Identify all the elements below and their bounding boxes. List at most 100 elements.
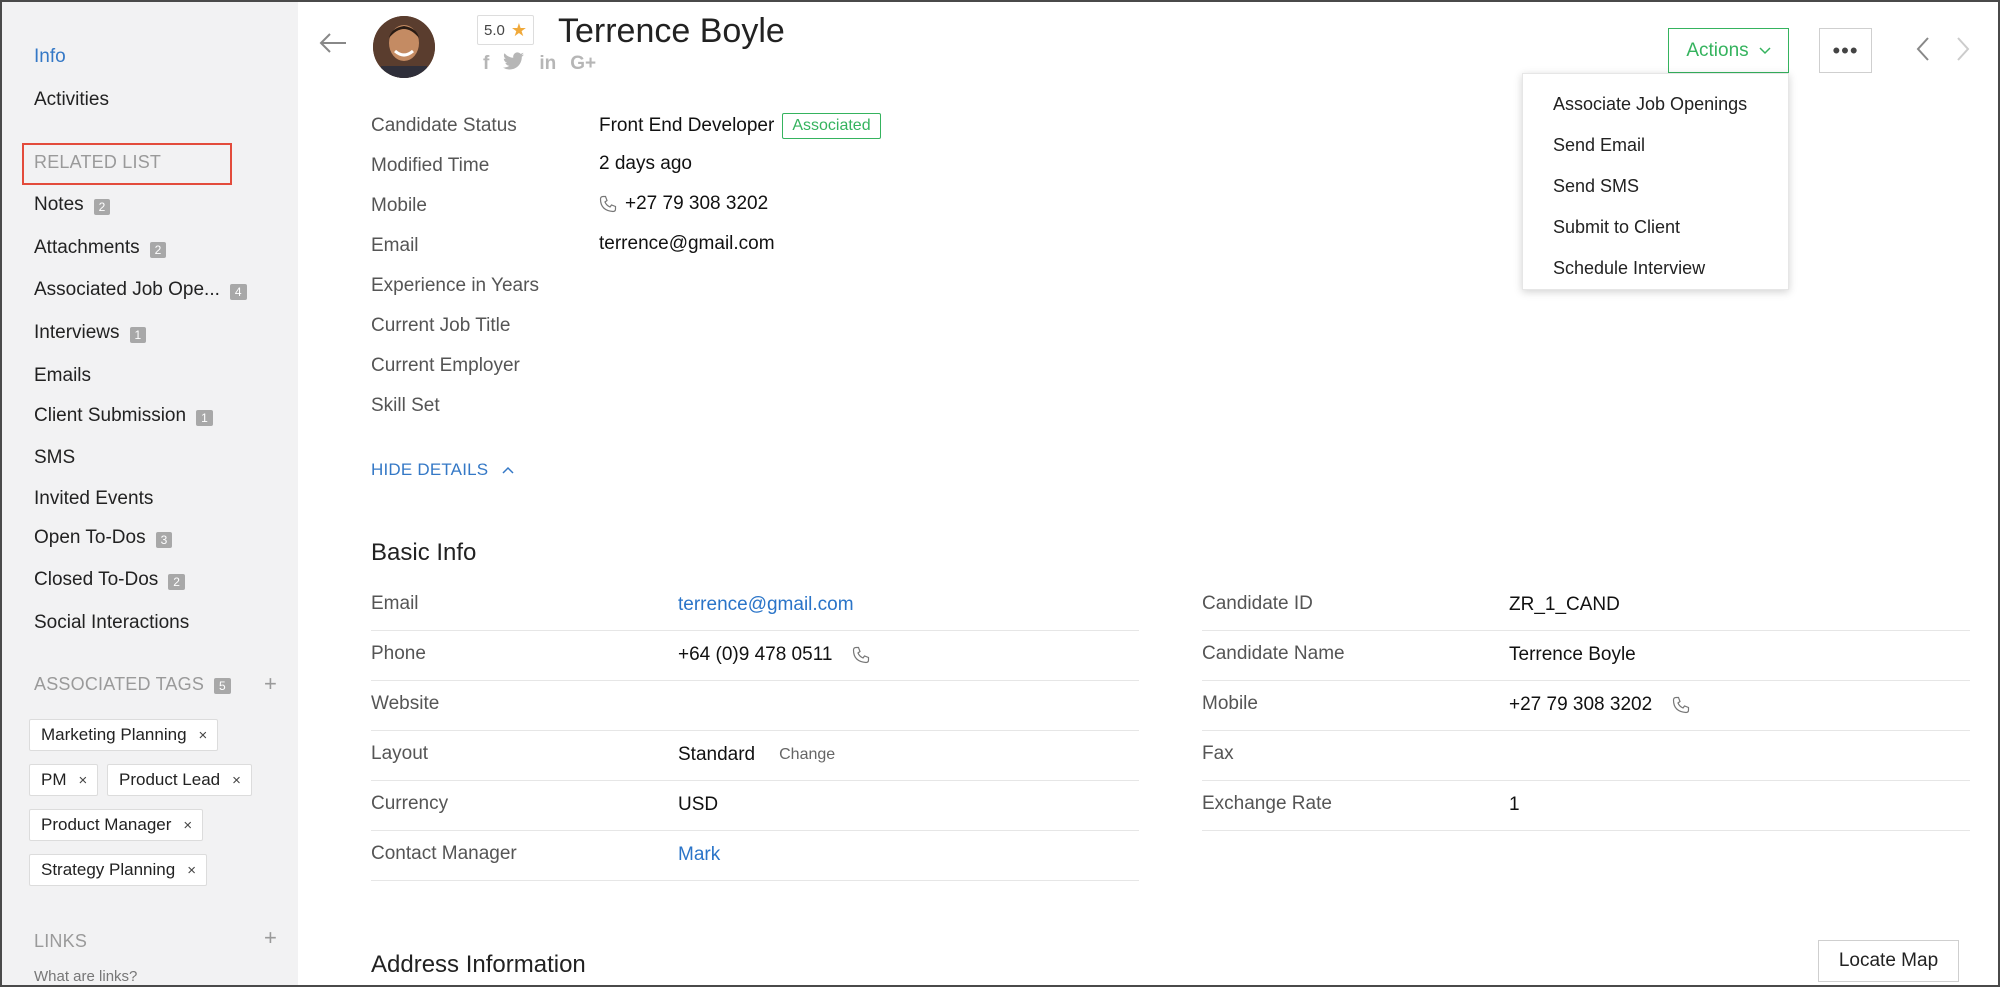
- experience-label: Experience in Years: [371, 275, 539, 296]
- star-icon: ★: [510, 19, 527, 40]
- field-value: ZR_1_CAND: [1509, 594, 1620, 615]
- field-label: Candidate Name: [1202, 643, 1345, 664]
- menu-item-schedule-interview[interactable]: Schedule Interview: [1523, 248, 1788, 289]
- phone-number: +64 (0)9 478 0511: [678, 644, 833, 665]
- sidebar-item-social-interactions[interactable]: Social Interactions: [34, 612, 189, 634]
- contact-manager-link[interactable]: Mark: [678, 844, 720, 866]
- email-value: terrence@gmail.com: [599, 233, 775, 254]
- field-label: Layout: [371, 743, 429, 764]
- actions-dropdown-menu: Associate Job Openings Send Email Send S…: [1522, 73, 1789, 290]
- info-row-currency: Currency USD: [371, 781, 1139, 831]
- sidebar-item-sms[interactable]: SMS: [34, 447, 75, 469]
- add-link-icon[interactable]: +: [264, 927, 277, 949]
- field-label: Exchange Rate: [1202, 793, 1332, 814]
- current-job-title-label: Current Job Title: [371, 315, 511, 336]
- field-label: Currency: [371, 793, 449, 814]
- linkedin-icon[interactable]: in: [539, 53, 556, 75]
- info-row-contact-manager: Contact Manager Mark: [371, 831, 1139, 881]
- related-list-heading: RELATED LIST: [34, 152, 162, 172]
- sidebar-item-notes[interactable]: Notes 2: [34, 194, 111, 216]
- sidebar-item-label: Social Interactions: [34, 612, 190, 633]
- change-layout-link[interactable]: Change: [779, 746, 835, 764]
- field-value: Standard Change: [678, 744, 835, 766]
- hide-details-link[interactable]: HIDE DETAILS: [371, 460, 514, 480]
- sidebar-item-label: Client Submission: [34, 405, 187, 426]
- sidebar-item-associated-job-openings[interactable]: Associated Job Ope... 4: [34, 279, 247, 301]
- sidebar-item-client-submission[interactable]: Client Submission 1: [34, 405, 213, 427]
- menu-item-send-email[interactable]: Send Email: [1523, 125, 1788, 166]
- remove-tag-icon[interactable]: ×: [79, 772, 88, 789]
- next-record-icon[interactable]: [1956, 36, 1970, 67]
- field-label: Phone: [371, 643, 426, 664]
- sidebar-item-label: Interviews: [34, 322, 120, 343]
- candidate-status-label: Candidate Status: [371, 115, 517, 136]
- google-plus-icon[interactable]: G+: [570, 53, 596, 75]
- field-value: 1: [1509, 794, 1520, 815]
- sidebar-item-closed-todos[interactable]: Closed To-Dos 2: [34, 569, 185, 591]
- sidebar-item-emails[interactable]: Emails: [34, 365, 91, 387]
- sidebar-item-label: SMS: [34, 447, 76, 468]
- rating-badge: 5.0 ★: [477, 15, 534, 45]
- field-value: +64 (0)9 478 0511: [678, 644, 870, 666]
- add-tag-icon[interactable]: +: [264, 673, 277, 695]
- email-label: Email: [371, 235, 419, 256]
- sidebar-item-attachments[interactable]: Attachments 2: [34, 237, 167, 259]
- tag-chip: Product Lead ×: [107, 764, 252, 796]
- links-heading: LINKS: [34, 931, 88, 951]
- tag-label: Strategy Planning: [41, 860, 176, 879]
- info-row-exchange-rate: Exchange Rate 1: [1202, 781, 1970, 831]
- count-badge: 2: [168, 574, 185, 590]
- sidebar-item-open-todos[interactable]: Open To-Dos 3: [34, 527, 173, 549]
- tags-count-badge: 5: [214, 677, 231, 694]
- phone-icon[interactable]: [852, 646, 870, 664]
- sidebar-item-label: Invited Events: [34, 488, 154, 509]
- remove-tag-icon[interactable]: ×: [183, 817, 192, 834]
- mobile-number: +27 79 308 3202: [1509, 694, 1653, 715]
- sidebar-item-activities[interactable]: Activities: [34, 89, 109, 111]
- facebook-icon[interactable]: f: [483, 53, 489, 75]
- sidebar-item-label: Open To-Dos: [34, 527, 146, 548]
- field-label: Fax: [1202, 743, 1234, 764]
- info-row-email: Email terrence@gmail.com: [371, 581, 1139, 631]
- sidebar-item-label: Associated Job Ope...: [34, 279, 220, 300]
- previous-record-icon[interactable]: [1916, 36, 1930, 67]
- field-label: Contact Manager: [371, 843, 517, 864]
- count-badge: 2: [93, 199, 111, 215]
- remove-tag-icon[interactable]: ×: [199, 727, 208, 744]
- phone-icon[interactable]: [599, 195, 617, 213]
- mobile-number: +27 79 308 3202: [625, 193, 769, 214]
- count-badge: 2: [149, 242, 167, 258]
- count-badge: 1: [129, 327, 147, 343]
- actions-button[interactable]: Actions: [1668, 28, 1789, 73]
- phone-icon[interactable]: [1672, 696, 1690, 714]
- candidate-name-title: Terrence Boyle: [558, 12, 785, 50]
- locate-map-button[interactable]: Locate Map: [1818, 940, 1959, 982]
- info-row-candidate-id: Candidate ID ZR_1_CAND: [1202, 581, 1970, 631]
- back-arrow-icon[interactable]: [318, 32, 348, 59]
- tag-chip: PM ×: [29, 764, 99, 796]
- menu-item-associate-job-openings[interactable]: Associate Job Openings: [1523, 84, 1788, 125]
- job-title-value: Front End Developer: [599, 115, 775, 136]
- remove-tag-icon[interactable]: ×: [187, 862, 196, 879]
- remove-tag-icon[interactable]: ×: [232, 772, 241, 789]
- count-badge: 3: [155, 532, 173, 548]
- sidebar-item-label: Attachments: [34, 237, 140, 258]
- sidebar-item-info[interactable]: Info: [34, 46, 66, 68]
- email-link[interactable]: terrence@gmail.com: [678, 594, 854, 616]
- more-options-button[interactable]: •••: [1819, 28, 1872, 73]
- hide-details-label: HIDE DETAILS: [371, 460, 489, 479]
- field-label: Mobile: [1202, 693, 1258, 714]
- sidebar-item-interviews[interactable]: Interviews 1: [34, 322, 147, 344]
- mobile-label: Mobile: [371, 195, 427, 216]
- tag-label: PM: [41, 770, 67, 789]
- menu-item-send-sms[interactable]: Send SMS: [1523, 166, 1788, 207]
- social-links: f in G+: [483, 52, 596, 76]
- twitter-icon[interactable]: [503, 52, 525, 76]
- count-badge: 4: [229, 284, 247, 300]
- mobile-value: +27 79 308 3202: [599, 193, 768, 215]
- links-help-link[interactable]: What are links?: [34, 968, 137, 985]
- associated-tags-label: ASSOCIATED TAGS: [34, 674, 205, 694]
- menu-item-submit-to-client[interactable]: Submit to Client: [1523, 207, 1788, 248]
- sidebar-item-invited-events[interactable]: Invited Events: [34, 488, 153, 510]
- info-row-website: Website: [371, 681, 1139, 731]
